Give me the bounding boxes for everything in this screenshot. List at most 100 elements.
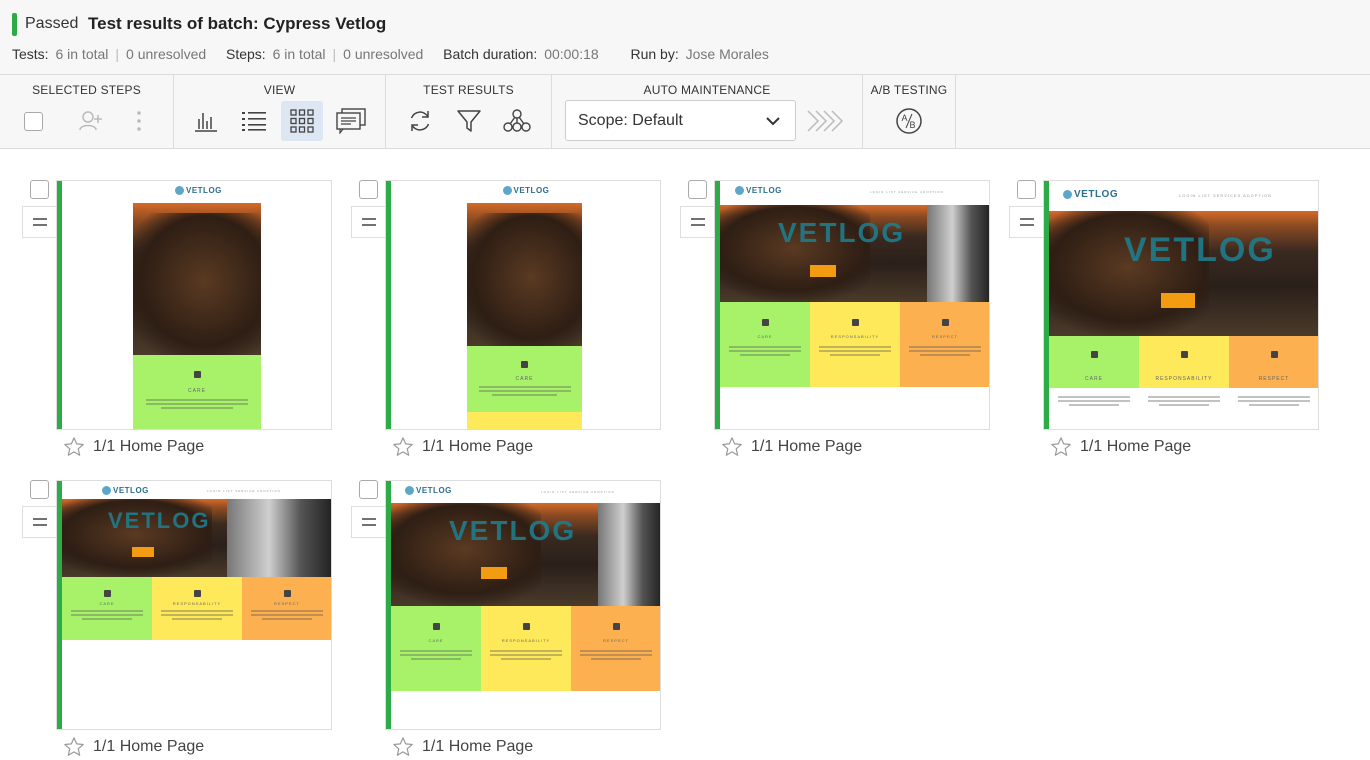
step-caption: 1/1 Home Page — [1050, 436, 1191, 458]
apply-maintenance-icon[interactable] — [804, 101, 846, 141]
tile-label: RESPECT — [274, 600, 300, 606]
list-view-icon[interactable] — [233, 101, 275, 141]
bar-chart-icon[interactable] — [185, 101, 227, 141]
steps-unresolved[interactable]: 0 unresolved — [343, 46, 423, 62]
tile-label: RESPONSABILITY — [501, 638, 551, 644]
step-caption: 1/1 Home Page — [63, 436, 204, 458]
site-hero: VETLOG — [62, 499, 331, 577]
svg-text:A: A — [902, 113, 908, 123]
step-checkbox[interactable] — [688, 180, 707, 199]
star-icon[interactable] — [721, 436, 743, 458]
site-hero: VETLOG — [391, 503, 660, 606]
comparison-view-icon[interactable] — [330, 101, 372, 141]
tile-label: RESPECT — [603, 638, 629, 644]
drag-handle-icon[interactable] — [351, 506, 386, 538]
step-name[interactable]: 1/1 Home Page — [1080, 438, 1191, 456]
thumbnail-card[interactable]: VETLOG LOGIN LIST SERVICES ADOPTION VETL… — [1008, 180, 1328, 460]
step-checkbox[interactable] — [30, 180, 49, 199]
tests-total: 6 in total — [55, 46, 109, 62]
star-icon[interactable] — [392, 736, 414, 758]
thumbnail-card[interactable]: VETLOG LOGIN LIST SERVICE ADOPTION VETLO… — [679, 180, 999, 460]
drag-handle-icon[interactable] — [22, 206, 57, 238]
select-all-checkbox[interactable] — [12, 101, 54, 141]
site-hero — [133, 203, 261, 355]
step-name[interactable]: 1/1 Home Page — [93, 438, 204, 456]
tests-unresolved[interactable]: 0 unresolved — [126, 46, 206, 62]
group-title: SELECTED STEPS — [32, 83, 141, 97]
tile-icon — [851, 319, 859, 326]
site-logo: VETLOG — [175, 186, 222, 196]
tile-icon — [1180, 351, 1188, 358]
drag-handle-icon[interactable] — [1009, 206, 1044, 238]
step-checkbox[interactable] — [359, 480, 378, 499]
ab-testing-group: A/B TESTING AB — [863, 75, 956, 149]
site-hero — [467, 203, 582, 346]
star-icon[interactable] — [63, 736, 85, 758]
drag-handle-icon[interactable] — [351, 206, 386, 238]
batch-header: Passed Test results of batch: Cypress Ve… — [0, 0, 1370, 74]
tile-label: CARE — [515, 375, 534, 382]
drag-handle-icon[interactable] — [22, 506, 57, 538]
site-tile: CARE — [467, 346, 582, 412]
thumbnail-card[interactable]: VETLOG CARE 1/1 Home Page — [350, 180, 670, 460]
step-name[interactable]: 1/1 Home Page — [422, 438, 533, 456]
page-title: Test results of batch: Cypress Vetlog — [88, 14, 387, 33]
runby-label: Run by: — [630, 46, 679, 62]
step-screenshot[interactable]: VETLOG LOGIN LIST SERVICE ADOPTION VETLO… — [714, 180, 990, 430]
site-tile: RESPECT — [900, 302, 989, 387]
refresh-icon[interactable] — [399, 101, 441, 141]
site-tile: CARE — [391, 606, 481, 691]
star-icon[interactable] — [63, 436, 85, 458]
lock-icon — [521, 360, 528, 368]
tile-icon — [283, 589, 291, 597]
thumbnail-card[interactable]: VETLOG LOGIN LIST SERVICE ADOPTION VETLO… — [350, 480, 670, 760]
status-indicator — [386, 181, 391, 429]
duration-value: 00:00:18 — [544, 46, 599, 62]
site-tile: RESPONSABILITY — [810, 302, 900, 387]
step-name[interactable]: 1/1 Home Page — [422, 738, 533, 756]
tile-label: RESPECT — [932, 334, 958, 340]
step-caption: 1/1 Home Page — [721, 436, 862, 458]
site-hero: VETLOG — [720, 205, 989, 302]
ab-testing-icon[interactable]: AB — [888, 101, 930, 141]
step-screenshot[interactable]: VETLOG LOGIN LIST SERVICE ADOPTION VETLO… — [385, 480, 661, 730]
thumbnail-card[interactable]: VETLOG CARE 1/1 Home Page — [21, 180, 341, 460]
step-screenshot[interactable]: VETLOG LOGIN LIST SERVICE ADOPTION VETLO… — [56, 480, 332, 730]
grid-view-icon[interactable] — [281, 101, 323, 141]
scope-select[interactable]: Scope: Default — [565, 100, 796, 141]
tile-icon — [103, 589, 111, 597]
tile-icon — [1270, 351, 1278, 358]
tile-icon — [1090, 351, 1098, 358]
assign-user-icon[interactable] — [70, 101, 112, 141]
site-nav: LOGIN LIST SERVICE ADOPTION — [541, 490, 615, 494]
site-logo: VETLOG — [1063, 189, 1118, 200]
tile-label: RESPONSABILITY — [1155, 376, 1213, 382]
thumbnail-card[interactable]: VETLOG LOGIN LIST SERVICE ADOPTION VETLO… — [21, 480, 341, 760]
site-tile: RESPONSABILITY — [481, 606, 571, 691]
more-vertical-icon[interactable] — [118, 101, 160, 141]
tile-icon — [612, 623, 620, 630]
lock-icon — [193, 371, 201, 379]
group-title: AUTO MAINTENANCE — [643, 83, 771, 97]
status-label: Passed — [25, 15, 79, 32]
site-tile: RESPECT — [242, 577, 331, 640]
star-icon[interactable] — [1050, 436, 1072, 458]
site-tile: RESPONSABILITY — [152, 577, 242, 640]
step-screenshot[interactable]: VETLOG CARE — [56, 180, 332, 430]
site-tile: RESPECT — [1229, 336, 1318, 406]
step-checkbox[interactable] — [359, 180, 378, 199]
graph-icon[interactable] — [496, 101, 538, 141]
step-checkbox[interactable] — [1017, 180, 1036, 199]
star-icon[interactable] — [392, 436, 414, 458]
steps-total: 6 in total — [272, 46, 326, 62]
step-name[interactable]: 1/1 Home Page — [751, 438, 862, 456]
site-logo: VETLOG — [502, 186, 550, 196]
drag-handle-icon[interactable] — [680, 206, 715, 238]
step-screenshot[interactable]: VETLOG LOGIN LIST SERVICES ADOPTION VETL… — [1043, 180, 1319, 430]
step-name[interactable]: 1/1 Home Page — [93, 738, 204, 756]
auto-maintenance-group: AUTO MAINTENANCE Scope: Default — [552, 75, 863, 149]
step-checkbox[interactable] — [30, 480, 49, 499]
test-results-group: TEST RESULTS — [386, 75, 552, 149]
filter-icon[interactable] — [448, 101, 490, 141]
step-screenshot[interactable]: VETLOG CARE — [385, 180, 661, 430]
